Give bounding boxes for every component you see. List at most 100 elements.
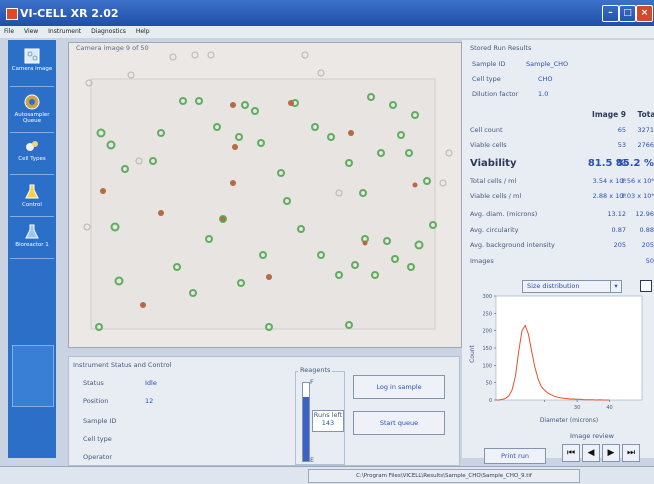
result-row-label: Images	[470, 257, 494, 265]
app-title: VI-CELL XR 2.02	[20, 7, 119, 20]
menu-bar: File View Instrument Diagnostics Help	[0, 26, 654, 38]
image-column-header: Image 9	[592, 110, 626, 119]
menu-instrument[interactable]: Instrument	[48, 28, 81, 35]
maximize-button[interactable]: □	[619, 5, 636, 22]
x-tick-label: 30	[574, 405, 580, 411]
y-tick-label: 0	[489, 398, 492, 404]
position-label: Position	[83, 397, 109, 405]
reagent-level-fill	[303, 397, 309, 461]
instrument-status-panel: Instrument Status and Control Status Idl…	[68, 356, 460, 466]
runs-left-box: Runs left 143	[312, 410, 344, 432]
divider	[10, 174, 54, 175]
sidebar-item-label: Autosampler Queue	[14, 112, 50, 124]
flask-icon	[25, 184, 39, 199]
dropdown-value: Size distribution	[527, 282, 580, 290]
plot-area	[495, 295, 643, 401]
result-row-label: Avg. diam. (microns)	[470, 210, 538, 218]
result-row-total-value: 12.96	[635, 210, 654, 218]
reagent-level-gauge	[302, 382, 310, 462]
sidebar-item-control[interactable]: Control	[8, 184, 56, 208]
sidebar-item-camera-image[interactable]: Camera image	[8, 48, 56, 72]
sidebar-item-label: Control	[22, 202, 42, 208]
print-run-button[interactable]: Print run	[484, 448, 546, 464]
sidebar-item-label: Bioreactor 1	[15, 242, 49, 248]
operator-label: Operator	[83, 453, 113, 461]
result-row-label: Avg. background intensity	[470, 241, 555, 249]
camera-image-panel	[68, 42, 462, 348]
stored-run-results-panel: Stored Run Results Sample ID Sample_CHO …	[462, 40, 654, 462]
reagent-empty-label: E	[310, 456, 315, 464]
start-queue-button[interactable]: Start queue	[353, 411, 445, 435]
menu-view[interactable]: View	[24, 28, 38, 35]
sidebar-item-cell-types[interactable]: Cell Types	[8, 138, 56, 162]
reagents-title: Reagents	[298, 366, 333, 374]
file-path: C:\Program Files\VICELL\Results\Sample_C…	[308, 469, 580, 483]
runs-left-label: Runs left	[313, 411, 343, 419]
result-row-label: Viable cells	[470, 141, 507, 149]
cell-type-label: Cell type	[83, 435, 112, 443]
status-bar: C:\Program Files\VICELL\Results\Sample_C…	[0, 466, 654, 484]
y-tick-label: 150	[482, 346, 492, 352]
result-row-label: Total cells / ml	[470, 177, 517, 185]
cell-type-value: CHO	[538, 75, 553, 83]
y-tick-label: 250	[482, 311, 492, 317]
sidebar-empty-slot	[12, 345, 54, 407]
x-tick-label: 40	[606, 405, 612, 411]
sample-id-label: Sample ID	[472, 60, 506, 68]
x-axis-label: Diameter (microns)	[540, 417, 598, 424]
sidebar: Camera image Autosampler Queue Cell Type…	[8, 40, 56, 458]
result-row-total-value: 3.03 x 10⁶	[620, 192, 654, 200]
next-image-button[interactable]: ▶	[602, 444, 620, 462]
result-row-total-value: 85.2 %	[615, 158, 654, 169]
carousel-icon	[24, 94, 40, 110]
menu-help[interactable]: Help	[136, 28, 150, 35]
divider	[10, 132, 54, 133]
status-panel-title: Instrument Status and Control	[73, 361, 172, 369]
result-row-total-value: 205	[641, 241, 654, 249]
result-row-total-value: 2766	[637, 141, 654, 149]
y-axis-label: Count	[469, 344, 476, 362]
first-image-button[interactable]: ⏮	[562, 444, 580, 462]
y-tick-label: 300	[482, 294, 492, 300]
result-row-total-value: 3271	[637, 126, 654, 134]
y-tick-label: 200	[482, 329, 492, 335]
divider	[10, 86, 54, 87]
position-value: 12	[145, 397, 154, 405]
x-axis: 30 40	[544, 400, 613, 411]
menu-diagnostics[interactable]: Diagnostics	[91, 28, 126, 35]
chart-window-icon[interactable]	[640, 280, 652, 292]
image-review-title: Image review	[570, 432, 614, 440]
flask-icon	[25, 224, 39, 239]
results-title: Stored Run Results	[470, 44, 532, 52]
camera-image-icon	[24, 48, 40, 64]
total-column-header: Total	[637, 110, 654, 119]
last-image-button[interactable]: ⏭	[622, 444, 640, 462]
sidebar-item-bioreactor[interactable]: Bioreactor 1	[8, 224, 56, 248]
sidebar-item-label: Cell Types	[18, 156, 46, 162]
sidebar-item-autosampler-queue[interactable]: Autosampler Queue	[8, 94, 56, 124]
title-bar: VI-CELL XR 2.02 – □ ×	[0, 0, 654, 26]
minimize-button[interactable]: –	[602, 5, 619, 22]
status-value: Idle	[145, 379, 157, 387]
reagent-full-label: F	[310, 378, 314, 386]
previous-image-button[interactable]: ◀	[582, 444, 600, 462]
status-label: Status	[83, 379, 104, 387]
cell-type-label: Cell type	[472, 75, 501, 83]
close-button[interactable]: ×	[636, 5, 653, 22]
menu-file[interactable]: File	[4, 28, 14, 35]
runs-left-value: 143	[321, 419, 335, 427]
app-icon	[6, 8, 18, 20]
sample-id-label: Sample ID	[83, 417, 117, 425]
result-row-total-value: 50	[645, 257, 654, 265]
distribution-dropdown[interactable]: Size distribution ▾	[522, 280, 622, 293]
y-tick-label: 50	[486, 381, 492, 387]
y-axis: 0 50 100 150 200 250 300	[482, 294, 496, 404]
log-in-sample-button[interactable]: Log in sample	[353, 375, 445, 399]
cell-image	[69, 43, 461, 347]
dilution-label: Dilution factor	[472, 90, 519, 98]
chevron-down-icon[interactable]: ▾	[610, 281, 621, 292]
result-row-label: Cell count	[470, 126, 503, 134]
reagents-group: Reagents F E Runs left 143	[295, 366, 345, 465]
camera-image-header: Camera image 9 of 50	[76, 44, 149, 52]
result-row-total-value: 3.56 x 10⁶	[620, 177, 654, 185]
